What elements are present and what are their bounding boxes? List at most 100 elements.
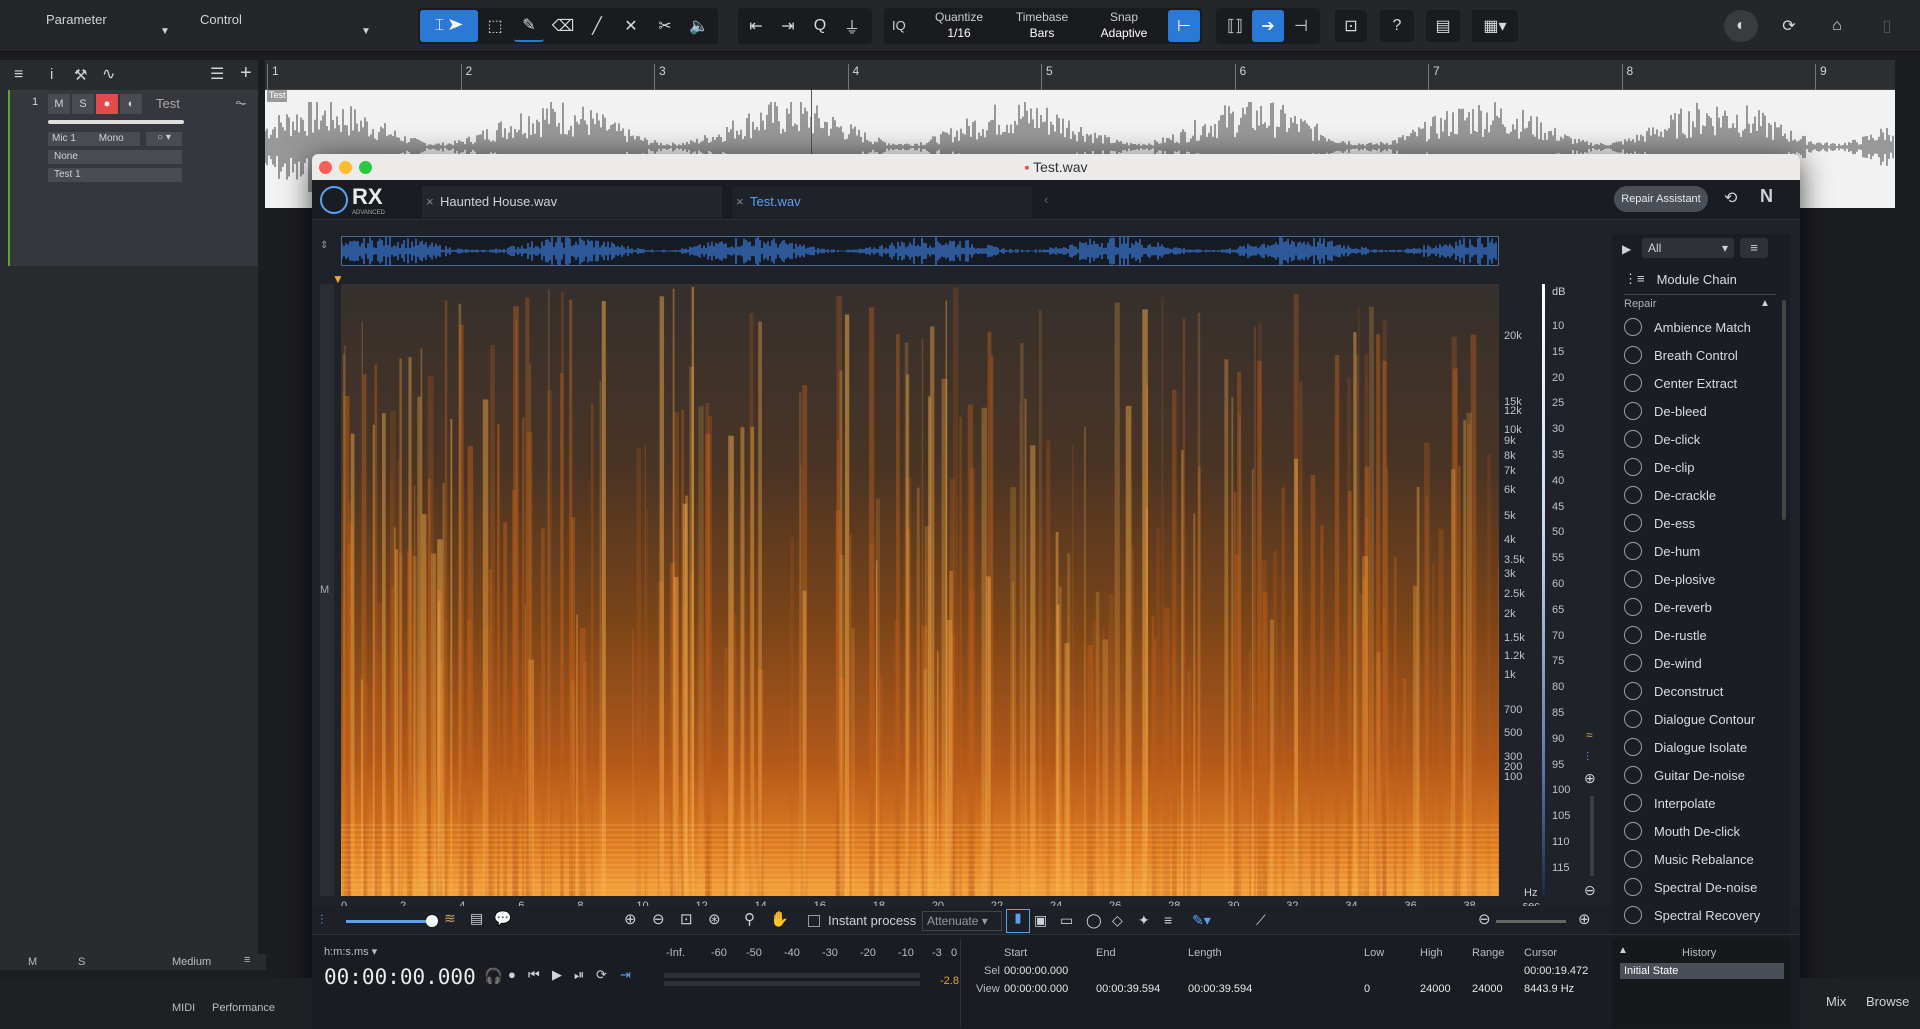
waveform-icon[interactable]: ⏦ <box>235 94 246 111</box>
layout-menu-icon[interactable]: ▦▾ <box>1472 10 1518 42</box>
module-item[interactable]: Deconstruct <box>1624 680 1723 702</box>
help-button[interactable]: ? <box>1380 10 1414 42</box>
history-item[interactable]: Initial State <box>1620 963 1784 979</box>
zoom-in-horizontal-icon[interactable]: ⊕ <box>1578 910 1591 928</box>
zoom-selection-icon[interactable]: ⊡ <box>680 910 693 928</box>
record-arm-icon[interactable]: ● <box>96 94 118 114</box>
close-tab-icon[interactable]: × <box>426 186 434 218</box>
mute-tool-icon[interactable]: ✕ <box>616 10 646 42</box>
envelope-tool-icon[interactable]: ⟋ <box>1256 912 1266 929</box>
module-item[interactable]: De-bleed <box>1624 400 1707 422</box>
izotope-logo-icon[interactable]: N <box>1760 186 1773 207</box>
automation-icon[interactable]: ∿ <box>102 64 115 84</box>
module-item[interactable]: Ambience Match <box>1624 316 1751 338</box>
time-format-select[interactable]: h:m:s.ms ▾ <box>324 945 377 958</box>
magic-wand-icon[interactable]: ✦ <box>1138 912 1150 929</box>
volume-slider[interactable] <box>48 120 184 124</box>
module-item[interactable]: De-plosive <box>1624 568 1715 590</box>
lasso-tool-icon[interactable]: ◯ <box>1086 912 1102 929</box>
comment-icon[interactable]: 💬 <box>494 910 511 927</box>
snap-value[interactable]: Adaptive <box>1084 26 1164 40</box>
module-item[interactable]: Interpolate <box>1624 792 1715 814</box>
home-icon[interactable]: ⌂ <box>1822 10 1852 42</box>
listen-tool-icon[interactable]: 🔈 <box>684 10 714 42</box>
split-tool-icon[interactable]: ✂ <box>650 10 680 42</box>
previous-icon[interactable]: ⏮ <box>528 967 540 983</box>
overview-waveform[interactable] <box>341 235 1499 267</box>
view-high[interactable]: 24000 <box>1420 983 1451 995</box>
mute-all-button[interactable]: M <box>28 956 37 968</box>
instrument-select[interactable]: Test 1 <box>48 168 182 182</box>
input-select[interactable]: Mic 1 Mono <box>48 132 140 146</box>
spectral-icon[interactable]: ⟲ <box>1724 188 1737 208</box>
track-list-icon[interactable]: ☰ <box>210 64 224 84</box>
module-filter-select[interactable]: All ▾ <box>1642 238 1734 258</box>
nudge-right-icon[interactable]: ⇥ <box>774 10 802 42</box>
follow-playhead-icon[interactable]: ⇥ <box>620 967 631 983</box>
attenuate-select[interactable]: Attenuate ▾ <box>922 911 1002 931</box>
ripple-icon[interactable]: ⏚ <box>838 10 866 42</box>
select-tool-icon[interactable]: ⬚ <box>480 10 510 42</box>
collapse-overview-icon[interactable]: ⇕ <box>320 240 328 251</box>
zoom-tool-icon[interactable]: Q <box>806 10 834 42</box>
harmonics-tool-icon[interactable]: ≡ <box>1164 912 1172 928</box>
nudge-left-icon[interactable]: ⇤ <box>742 10 770 42</box>
instant-process-checkbox[interactable] <box>808 915 820 927</box>
zoom-out-icon[interactable]: ⊖ <box>652 910 665 928</box>
monitor-icon[interactable]: ◐ <box>120 94 142 114</box>
module-item[interactable]: De-clip <box>1624 456 1694 478</box>
paint-tool-icon[interactable]: ╱ <box>582 10 612 42</box>
zoom-fit-icon[interactable]: ⊛ <box>708 910 721 928</box>
vertical-zoom-slider[interactable] <box>1590 796 1594 876</box>
mix-button[interactable]: Mix <box>1826 994 1846 1009</box>
time-freq-select-icon[interactable]: ▭ <box>1060 912 1073 929</box>
timeline-ruler[interactable]: 1 2 3 4 5 6 7 8 9 <box>265 60 1895 90</box>
device-icon[interactable]: ▯ <box>1872 10 1902 42</box>
spectrogram-slider[interactable] <box>346 920 434 923</box>
headphones-icon[interactable]: 🎧 <box>484 967 503 985</box>
playhead-icon[interactable]: ⊣ <box>1286 10 1316 42</box>
module-item[interactable]: De-wind <box>1624 652 1702 674</box>
module-item[interactable]: Spectral Recovery <box>1624 904 1760 926</box>
module-item[interactable]: Breath Control <box>1624 344 1738 366</box>
module-item[interactable]: De-ess <box>1624 512 1695 534</box>
view-end[interactable]: 00:00:39.594 <box>1096 983 1160 995</box>
performance-label[interactable]: Performance <box>212 1002 275 1014</box>
play-icon[interactable]: ▶ <box>552 967 562 983</box>
video-icon[interactable]: ▤ <box>1426 10 1460 42</box>
track-name[interactable]: Test <box>156 96 180 111</box>
zoom-in-vertical-icon[interactable]: ⊕ <box>1584 770 1596 787</box>
control-dropdown-icon[interactable]: ▼ <box>361 26 371 37</box>
input-monitor-icon[interactable]: ○ ▾ <box>146 132 182 146</box>
loop-icon[interactable]: ⟳ <box>596 967 607 983</box>
module-item[interactable]: De-hum <box>1624 540 1700 562</box>
module-scrollbar[interactable] <box>1782 300 1786 520</box>
slider-thumb[interactable] <box>426 915 438 927</box>
module-list-menu-icon[interactable]: ≡ <box>1740 238 1768 258</box>
module-item[interactable]: De-crackle <box>1624 484 1716 506</box>
hand-tool-icon[interactable]: ✋ <box>770 910 789 928</box>
magnify-tool-icon[interactable]: ⚲ <box>744 910 755 928</box>
module-item[interactable]: De-rustle <box>1624 624 1707 646</box>
quantize-value[interactable]: 1/16 <box>924 26 994 40</box>
track-height-select[interactable]: Medium <box>172 956 211 968</box>
tab-test-wav[interactable]: × Test.wav <box>732 186 1032 218</box>
menu-icon[interactable]: ≡ <box>14 66 23 84</box>
module-chain-item[interactable]: ⋮≡ Module Chain <box>1624 268 1737 290</box>
spectrogram-display[interactable] <box>341 284 1499 896</box>
module-item[interactable]: Spectral De-noise <box>1624 876 1757 898</box>
record-icon[interactable]: ● <box>508 967 516 982</box>
display-mode-icon[interactable]: ≋ <box>444 910 456 927</box>
markers-icon[interactable]: ▤ <box>470 910 483 927</box>
range-tool-icon[interactable]: ⌶ ➤ <box>420 10 478 42</box>
midi-label[interactable]: MIDI <box>172 1002 195 1014</box>
parameter-dropdown-icon[interactable]: ▼ <box>160 26 170 37</box>
close-tab-icon[interactable]: × <box>736 186 744 218</box>
wrench-icon[interactable]: ⚒ <box>74 66 87 84</box>
view-range[interactable]: 24000 <box>1472 983 1503 995</box>
module-item[interactable]: Music Rebalance <box>1624 848 1754 870</box>
time-select-tool-icon[interactable]: ▮ <box>1006 909 1030 933</box>
tab-haunted-house[interactable]: × Haunted House.wav <box>422 186 722 218</box>
maximize-window-icon[interactable] <box>359 161 372 174</box>
history-collapse-icon[interactable]: ▲ <box>1618 945 1628 956</box>
